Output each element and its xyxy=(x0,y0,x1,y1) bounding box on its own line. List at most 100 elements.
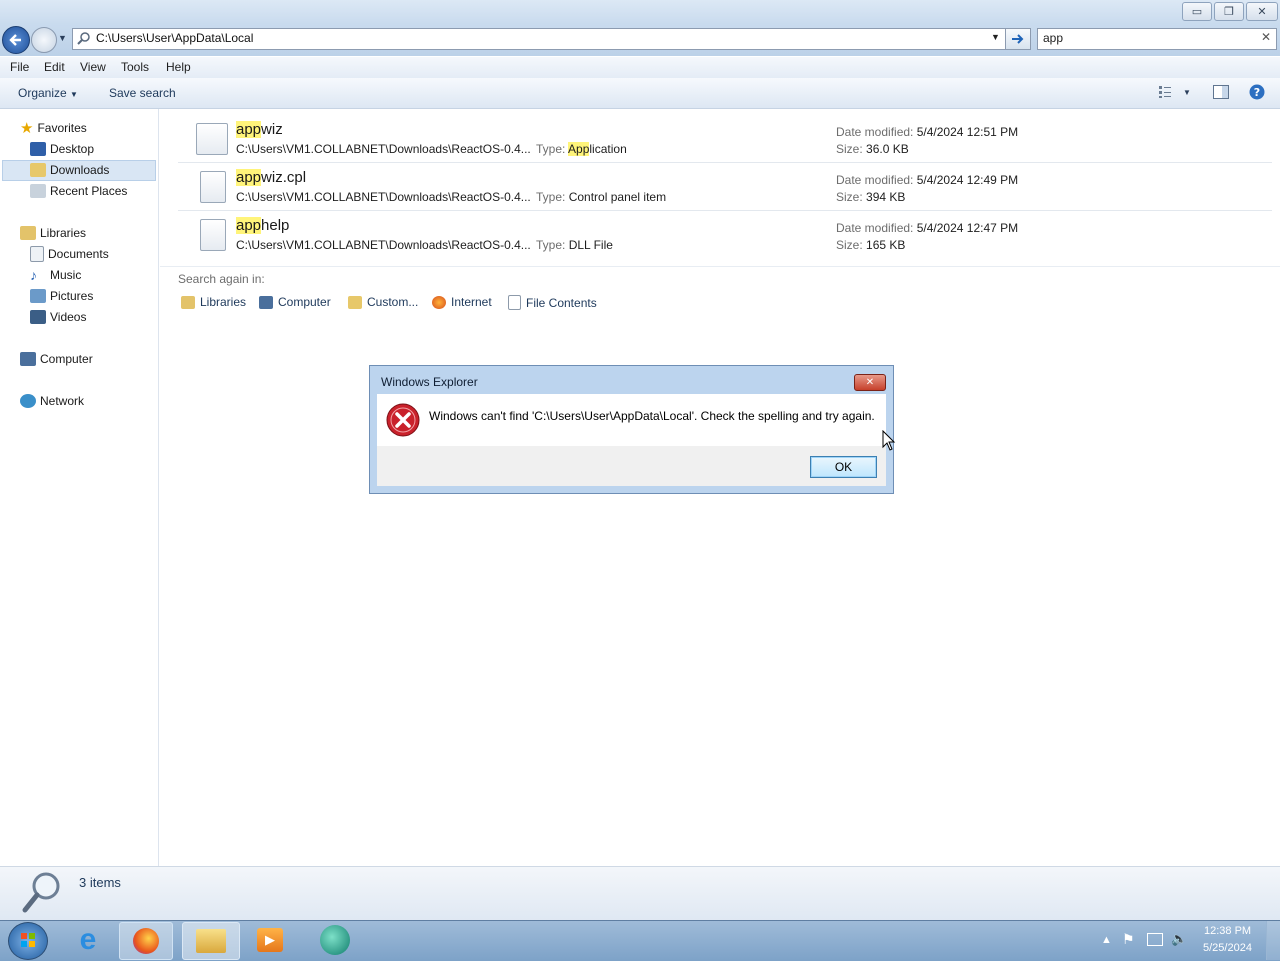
minimize-button[interactable]: ▭ xyxy=(1182,2,1212,21)
menu-file[interactable]: File xyxy=(10,60,29,74)
nav-downloads[interactable]: Downloads xyxy=(30,160,109,180)
nav-favorites[interactable]: ★ Favorites xyxy=(20,118,87,138)
help-icon[interactable]: ? xyxy=(1249,84,1265,100)
volume-muted-icon[interactable]: 🔈 xyxy=(1171,931,1187,947)
close-window-button[interactable]: ✕ xyxy=(1246,2,1278,21)
taskbar-windows-explorer[interactable] xyxy=(182,922,240,960)
start-button[interactable] xyxy=(8,922,48,960)
taskbar-firefox[interactable] xyxy=(119,922,173,960)
file-contents-icon xyxy=(508,295,521,310)
nav-documents-label: Documents xyxy=(48,247,109,261)
dll-file-icon xyxy=(200,219,226,251)
dialog-close-button[interactable]: ✕ xyxy=(854,374,886,391)
media-player-icon: ▶ xyxy=(257,928,283,952)
organize-button[interactable]: Organize ▼ xyxy=(18,86,78,100)
menu-view[interactable]: View xyxy=(80,60,106,74)
preview-pane-icon[interactable] xyxy=(1213,85,1229,99)
address-history-dropdown[interactable]: ▼ xyxy=(991,32,1000,42)
svg-text:?: ? xyxy=(1254,86,1260,99)
nav-music-label: Music xyxy=(50,268,82,282)
result-date: Date modified: 5/4/2024 12:49 PM xyxy=(836,173,1018,187)
result-path: C:\Users\VM1.COLLABNET\Downloads\ReactOS… xyxy=(236,142,531,156)
recent-places-icon xyxy=(30,184,46,198)
forward-button[interactable] xyxy=(31,27,57,53)
star-icon: ★ xyxy=(20,120,34,137)
organize-label: Organize xyxy=(18,86,67,100)
result-date: Date modified: 5/4/2024 12:51 PM xyxy=(836,125,1018,139)
status-bar xyxy=(0,866,1280,921)
tray-date[interactable]: 5/25/2024 xyxy=(1203,942,1252,954)
date-value: 5/4/2024 12:51 PM xyxy=(916,125,1019,139)
internet-explorer-icon: e xyxy=(79,923,97,956)
nav-downloads-label: Downloads xyxy=(50,163,110,177)
command-bar xyxy=(0,78,1280,109)
taskbar-internet-explorer[interactable]: e xyxy=(62,922,114,958)
nav-libraries-label: Libraries xyxy=(40,226,87,240)
nav-recent-places[interactable]: Recent Places xyxy=(30,181,127,201)
nav-favorites-label: Favorites xyxy=(37,121,87,135)
name-highlight: app xyxy=(236,121,262,138)
date-label: Date modified: xyxy=(836,221,914,235)
libraries-icon xyxy=(181,295,195,309)
nav-libraries[interactable]: Libraries xyxy=(20,223,86,243)
result-size: Size: 165 KB xyxy=(836,238,905,252)
action-center-flag-icon[interactable]: ⚑ xyxy=(1122,931,1135,948)
mouse-cursor-icon xyxy=(882,430,896,451)
menu-help[interactable]: Help xyxy=(166,60,191,74)
save-search-button[interactable]: Save search xyxy=(109,86,176,100)
result-name: appwiz.cpl xyxy=(236,169,306,186)
downloads-folder-icon xyxy=(30,163,46,177)
go-button[interactable] xyxy=(1005,28,1031,50)
nav-desktop-label: Desktop xyxy=(50,142,95,156)
clear-search-icon[interactable]: ✕ xyxy=(1261,30,1271,44)
date-label: Date modified: xyxy=(836,125,914,139)
nav-pictures[interactable]: Pictures xyxy=(30,286,93,306)
search-again-internet[interactable]: Internet xyxy=(432,295,492,309)
show-hidden-icons[interactable]: ▲ xyxy=(1101,934,1112,946)
menu-edit[interactable]: Edit xyxy=(44,60,65,74)
date-value: 5/4/2024 12:49 PM xyxy=(916,173,1019,187)
name-rest: help xyxy=(261,217,290,234)
back-arrow-icon xyxy=(9,34,21,46)
type-rest: Control panel item xyxy=(568,190,667,204)
videos-icon xyxy=(30,310,46,324)
network-tray-icon[interactable] xyxy=(1147,933,1163,946)
search-again-internet-label: Internet xyxy=(451,295,492,309)
nav-network[interactable]: Network xyxy=(20,391,84,411)
nav-desktop[interactable]: Desktop xyxy=(30,139,94,159)
nav-computer[interactable]: Computer xyxy=(20,349,93,369)
menu-tools[interactable]: Tools xyxy=(121,60,149,74)
change-view-icon[interactable] xyxy=(1158,85,1172,99)
libraries-icon xyxy=(20,226,36,240)
tray-time[interactable]: 12:38 PM xyxy=(1204,925,1251,937)
dialog-title: Windows Explorer xyxy=(381,375,478,389)
show-desktop-button[interactable] xyxy=(1266,921,1280,960)
title-bar xyxy=(0,0,1280,24)
nav-pictures-label: Pictures xyxy=(50,289,94,303)
result-type: Type: Application xyxy=(536,142,627,156)
size-value: 36.0 KB xyxy=(866,142,909,156)
type-label: Type: xyxy=(536,142,566,156)
recent-pages-dropdown[interactable]: ▼ xyxy=(58,33,67,43)
ok-button[interactable]: OK xyxy=(810,456,877,478)
result-path: C:\Users\VM1.COLLABNET\Downloads\ReactOS… xyxy=(236,238,531,252)
nav-network-label: Network xyxy=(40,394,85,408)
taskbar-media-player[interactable]: ▶ xyxy=(244,922,296,958)
taskbar-app[interactable] xyxy=(309,922,361,958)
search-again-libraries[interactable]: Libraries xyxy=(181,295,246,309)
nav-music[interactable]: ♪ Music xyxy=(30,265,81,285)
back-button[interactable] xyxy=(2,26,30,54)
app-icon xyxy=(320,925,350,955)
maximize-button[interactable]: ❐ xyxy=(1214,2,1244,21)
nav-videos[interactable]: Videos xyxy=(30,307,86,327)
search-again-label: Search again in: xyxy=(178,272,265,286)
nav-documents[interactable]: Documents xyxy=(30,244,109,264)
desktop-icon xyxy=(30,142,46,156)
view-options-dropdown[interactable]: ▼ xyxy=(1183,88,1191,97)
search-box[interactable] xyxy=(1037,28,1277,50)
search-again-custom[interactable]: Custom... xyxy=(348,295,418,309)
address-text: C:\Users\User\AppData\Local xyxy=(96,31,254,45)
documents-icon xyxy=(30,246,44,262)
search-again-computer[interactable]: Computer xyxy=(259,295,331,309)
search-again-file-contents[interactable]: File Contents xyxy=(508,295,597,310)
